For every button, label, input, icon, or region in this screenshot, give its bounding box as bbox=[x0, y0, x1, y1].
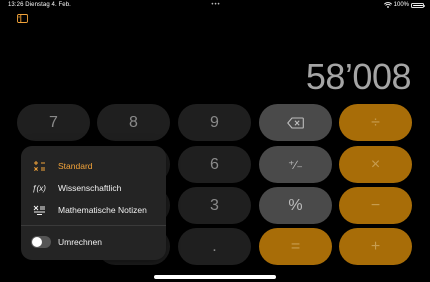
status-time: 13:26 bbox=[8, 2, 24, 8]
multiply-button[interactable]: × bbox=[339, 146, 412, 183]
status-indicators: 100% bbox=[383, 2, 425, 8]
battery-percentage: 100% bbox=[393, 2, 409, 8]
menu-divider bbox=[21, 225, 166, 226]
math-notes-icon bbox=[32, 204, 46, 216]
key-9[interactable]: 9 bbox=[178, 104, 251, 141]
plus-button[interactable]: + bbox=[339, 228, 412, 265]
convert-toggle[interactable] bbox=[31, 236, 51, 248]
status-time-date: 13:26 Dienstag 4. Feb. bbox=[8, 2, 71, 8]
status-bar: 13:26 Dienstag 4. Feb. ••• 100% bbox=[0, 0, 430, 10]
percent-button[interactable]: % bbox=[259, 187, 332, 224]
sidebar-toggle-icon[interactable] bbox=[17, 14, 28, 23]
key-7[interactable]: 7 bbox=[17, 104, 90, 141]
equals-button[interactable]: = bbox=[259, 228, 332, 265]
menu-item-scientific[interactable]: ƒ(x) Wissenschaftlich bbox=[21, 178, 166, 198]
result-display: 58’008 bbox=[305, 56, 412, 97]
wifi-icon bbox=[383, 2, 392, 8]
function-icon: ƒ(x) bbox=[32, 183, 46, 193]
decimal-button[interactable]: . bbox=[178, 228, 251, 265]
standard-icon bbox=[32, 160, 46, 172]
key-8[interactable]: 8 bbox=[97, 104, 170, 141]
backspace-button[interactable] bbox=[259, 104, 332, 141]
calculator-screen: 13:26 Dienstag 4. Feb. ••• 100% 58’008 7… bbox=[0, 0, 430, 282]
mode-menu: Standard ƒ(x) Wissenschaftlich Mathemati… bbox=[21, 146, 166, 260]
key-3[interactable]: 3 bbox=[178, 187, 251, 224]
key-6[interactable]: 6 bbox=[178, 146, 251, 183]
menu-item-standard[interactable]: Standard bbox=[21, 156, 166, 176]
menu-item-standard-label: Standard bbox=[58, 161, 93, 171]
status-date: Dienstag 4. Feb. bbox=[25, 2, 71, 8]
backspace-icon bbox=[287, 116, 304, 129]
multitasking-dots[interactable]: ••• bbox=[210, 2, 222, 8]
menu-item-math-notes[interactable]: Mathematische Notizen bbox=[21, 200, 166, 220]
plus-minus-button[interactable]: ⁺∕₋ bbox=[259, 146, 332, 183]
menu-item-math-notes-label: Mathematische Notizen bbox=[58, 205, 147, 215]
home-indicator[interactable] bbox=[154, 275, 276, 279]
battery-icon bbox=[411, 2, 425, 8]
minus-button[interactable]: − bbox=[339, 187, 412, 224]
menu-item-convert: Umrechnen bbox=[21, 232, 166, 252]
convert-label: Umrechnen bbox=[58, 237, 102, 247]
toggle-knob bbox=[32, 237, 42, 247]
menu-item-scientific-label: Wissenschaftlich bbox=[58, 183, 122, 193]
divide-button[interactable]: ÷ bbox=[339, 104, 412, 141]
